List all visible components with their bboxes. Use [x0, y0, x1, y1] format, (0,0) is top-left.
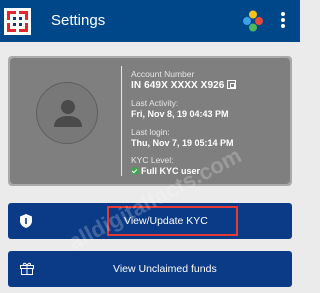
bank-logo-icon[interactable]: [4, 8, 31, 35]
account-number-label: Account Number: [131, 69, 195, 79]
last-activity-label: Last Activity:: [131, 98, 179, 108]
more-vertical-icon[interactable]: [278, 12, 288, 30]
view-update-kyc-label: View/Update KYC: [124, 215, 208, 227]
account-number-value: IN 649X XXXX X926: [131, 80, 225, 91]
kyc-level-label: KYC Level:: [131, 155, 174, 165]
check-circle-icon: [131, 167, 139, 175]
shield-icon: [20, 214, 32, 233]
kyc-level-row: Full KYC user: [131, 166, 200, 177]
copy-icon[interactable]: [227, 80, 237, 89]
avatar-icon: [54, 100, 82, 127]
apps-grid-icon[interactable]: [242, 10, 264, 32]
gift-icon: [20, 262, 34, 280]
view-unclaimed-funds-label: View Unclaimed funds: [113, 263, 217, 275]
kyc-level-value: Full KYC user: [141, 166, 201, 176]
avatar: [36, 82, 98, 144]
view-unclaimed-funds-button[interactable]: View Unclaimed funds: [8, 251, 292, 287]
card-divider: [121, 66, 122, 176]
top-app-bar: Settings: [0, 0, 300, 42]
view-update-kyc-button[interactable]: View/Update KYC: [8, 203, 292, 239]
last-login-value: Thu, Nov 7, 19 05:14 PM: [131, 138, 234, 148]
page-title: Settings: [51, 12, 106, 29]
last-login-label: Last login:: [131, 127, 170, 137]
profile-card: Account Number IN 649X XXXX X926 Last Ac…: [10, 58, 290, 184]
last-activity-value: Fri, Nov 8, 19 04:43 PM: [131, 109, 229, 119]
account-number-row: IN 649X XXXX X926: [131, 80, 237, 91]
